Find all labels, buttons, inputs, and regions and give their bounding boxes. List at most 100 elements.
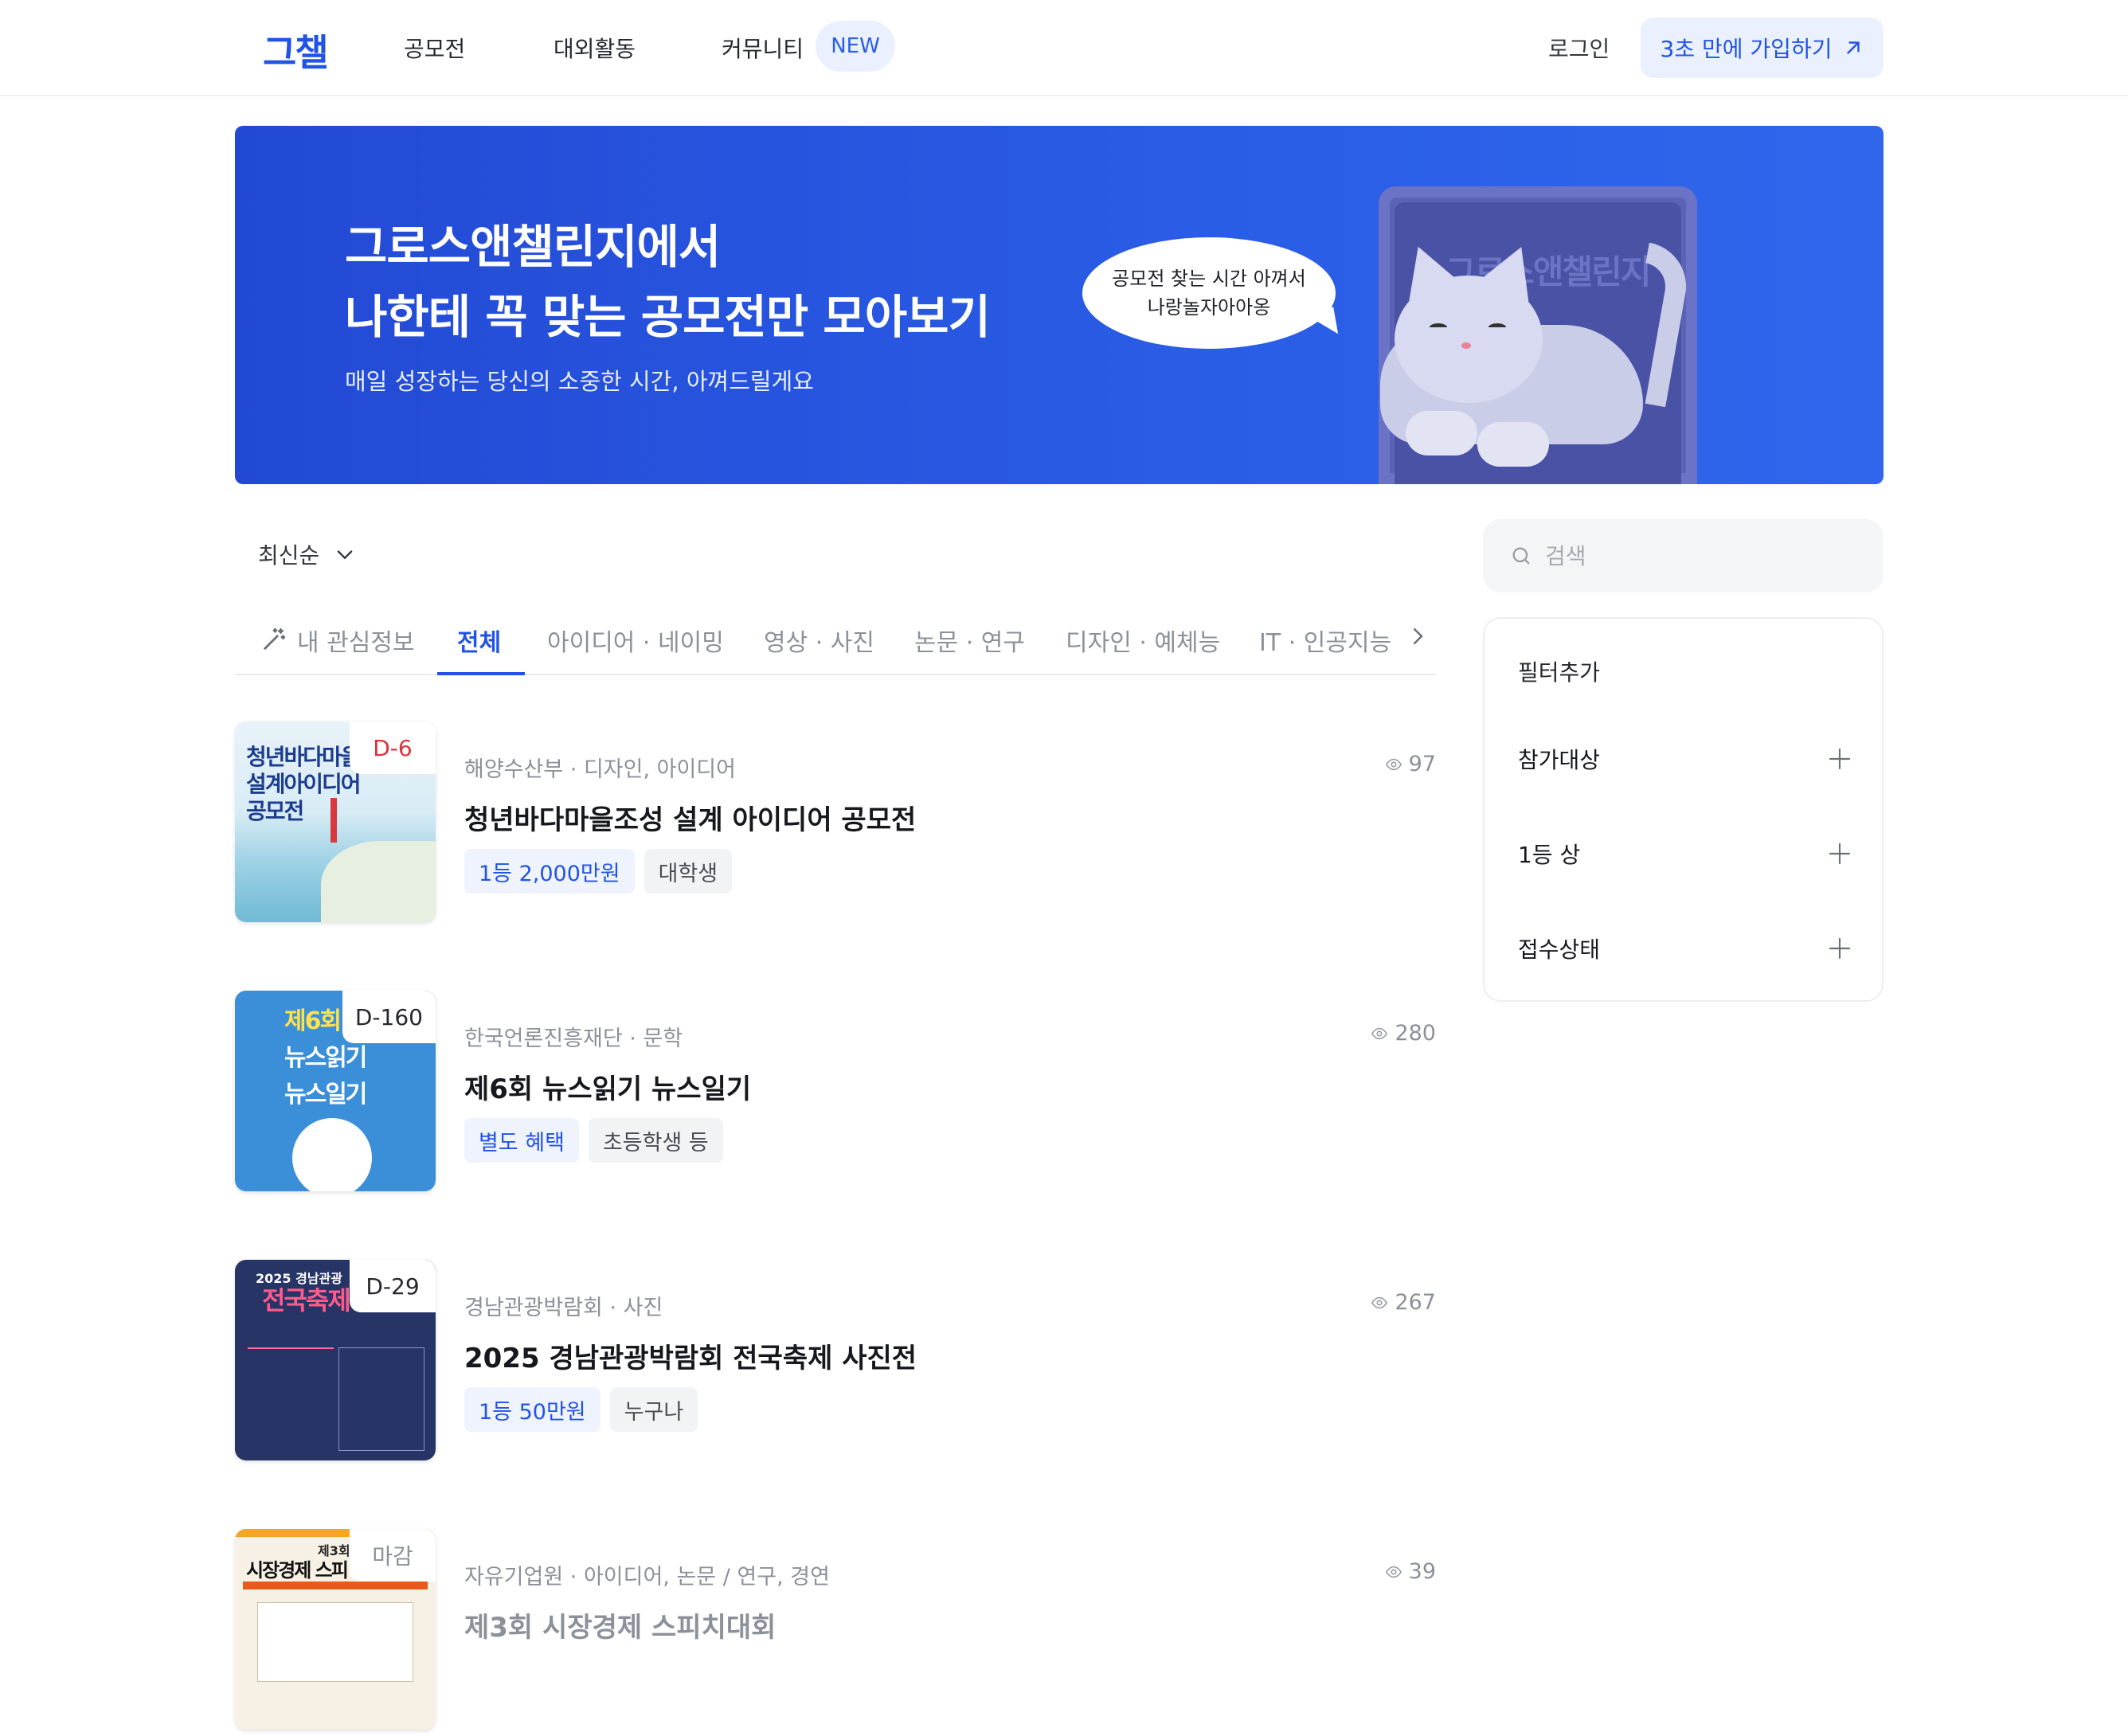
search-bar[interactable] (1483, 519, 1884, 592)
cat-eye-left (1430, 323, 1447, 331)
sort-label: 최신순 (258, 542, 320, 569)
nav-activities[interactable]: 대외활동 (554, 32, 636, 64)
contest-thumbnail[interactable]: 청년바다마을 설계아이디어 공모전 D-6 (235, 721, 436, 922)
contest-meta: 해양수산부 · 디자인, 아이디어 (464, 757, 736, 782)
tab-idea-naming[interactable]: 아이디어 · 네이밍 (547, 623, 724, 658)
list-item[interactable]: 2025 경남관광 전국축제 D-29 경남관광박람회 · 사진 267 202… (235, 1260, 1436, 1467)
tab-it-ai[interactable]: IT · 인공지능 (1259, 623, 1391, 658)
contest-meta: 한국언론진흥재단 · 문학 (464, 1026, 683, 1051)
magic-wand-icon (264, 628, 286, 650)
nav-contests[interactable]: 공모전 (404, 32, 465, 64)
list-item[interactable]: 제6회 뉴스읽기 뉴스일기 D-160 한국언론진흥재단 · 문학 280 제6… (235, 991, 1436, 1198)
prize-tag: 별도 혜택 (464, 1118, 579, 1163)
cat-head (1395, 276, 1543, 403)
speech-bubble: 공모전 찾는 시간 아껴서 나랑놀자아아옹 (1082, 237, 1336, 349)
filter-label: 1등 상 (1518, 842, 1581, 868)
active-tab-indicator (437, 672, 525, 675)
signup-label: 3초 만에 가입하기 (1660, 36, 1833, 62)
sort-dropdown[interactable]: 최신순 (258, 538, 356, 570)
tab-video-photo[interactable]: 영상 · 사진 (764, 623, 874, 658)
eye-icon (1385, 758, 1402, 770)
cat-paw-right (1477, 422, 1549, 467)
login-link[interactable]: 로그인 (1548, 32, 1610, 64)
thumb-info-box (257, 1602, 413, 1682)
target-tag: 누구나 (609, 1387, 698, 1432)
bubble-line2: 나랑놀자아아옹 (1147, 296, 1271, 319)
chevron-right-icon[interactable] (1406, 624, 1430, 648)
contest-tags: 1등 50만원 누구나 (464, 1387, 698, 1432)
new-badge: NEW (816, 21, 895, 72)
eye-icon (1371, 1296, 1388, 1308)
lighthouse-illustration (331, 798, 337, 843)
filter-status[interactable]: 접수상태 (1518, 933, 1852, 964)
target-tag: 초등학생 등 (588, 1118, 723, 1163)
promo-banner[interactable]: 그로스앤챌린지에서 나한테 꼭 맞는 공모전만 모아보기 매일 성장하는 당신의… (235, 126, 1884, 484)
view-count-value: 280 (1395, 1021, 1436, 1046)
cat-eye-right (1488, 323, 1506, 331)
prize-tag: 1등 2,000만원 (464, 849, 635, 893)
category-tabs: 내 관심정보 전체 아이디어 · 네이밍 영상 · 사진 논문 · 연구 디자인… (235, 607, 1436, 675)
filter-panel: 필터추가 참가대상 1등 상 접수상태 (1483, 617, 1884, 1002)
tab-design-arts[interactable]: 디자인 · 예체능 (1066, 623, 1220, 658)
contest-title[interactable]: 2025 경남관광박람회 전국축제 사진전 (464, 1336, 917, 1375)
thumb-title: 청년바다마을 설계아이디어 공모전 (246, 744, 362, 824)
search-icon (1512, 547, 1530, 565)
tab-all[interactable]: 전체 (457, 623, 501, 658)
plus-icon[interactable] (1827, 746, 1852, 772)
view-count: 280 (1371, 1021, 1436, 1046)
contest-meta: 경남관광박람회 · 사진 (464, 1296, 663, 1320)
logo[interactable]: 그챌 (263, 24, 329, 76)
plus-icon[interactable] (1827, 936, 1852, 961)
filter-label: 접수상태 (1518, 936, 1601, 963)
filter-title: 필터추가 (1518, 659, 1601, 686)
contest-tags: 1등 2,000만원 대학생 (464, 849, 733, 893)
contest-title[interactable]: 청년바다마을조성 설계 아이디어 공모전 (464, 798, 916, 837)
thumb-title: 전국축제 (262, 1285, 351, 1316)
contest-thumbnail[interactable]: 제6회 뉴스읽기 뉴스일기 D-160 (235, 991, 436, 1191)
contest-thumbnail[interactable]: 제3회 시장경제 스피 마감 (235, 1529, 436, 1730)
dday-badge: D-6 (350, 721, 436, 774)
arrow-up-right-icon (1847, 41, 1860, 54)
list-item[interactable]: 청년바다마을 설계아이디어 공모전 D-6 해양수산부 · 디자인, 아이디어 … (235, 721, 1436, 929)
chevron-down-icon (337, 550, 353, 560)
top-nav: 그챌 공모전 대외활동 커뮤니티 NEW 로그인 3초 만에 가입하기 (0, 0, 2128, 96)
view-count-value: 97 (1408, 752, 1436, 776)
eye-icon (1385, 1566, 1402, 1578)
dday-badge: D-29 (350, 1260, 436, 1312)
filter-first-prize[interactable]: 1등 상 (1518, 838, 1852, 870)
prize-tag: 1등 50만원 (464, 1387, 600, 1432)
contest-title[interactable]: 제6회 뉴스읽기 뉴스일기 (464, 1067, 751, 1106)
bubble-line1: 공모전 찾는 시간 아껴서 (1112, 268, 1306, 290)
search-input[interactable] (1545, 542, 1848, 569)
island-illustration (321, 841, 436, 922)
view-count: 267 (1371, 1290, 1436, 1315)
cat-paw-left (1406, 411, 1477, 456)
view-count-value: 267 (1395, 1290, 1436, 1315)
cat-nose (1461, 342, 1471, 349)
view-count: 39 (1385, 1559, 1436, 1584)
contest-thumbnail[interactable]: 2025 경남관광 전국축제 D-29 (235, 1260, 436, 1460)
list-item[interactable]: 제3회 시장경제 스피 마감 자유기업원 · 아이디어, 논문 / 연구, 경연… (235, 1529, 1436, 1736)
banner-title-line2: 나한테 꼭 맞는 공모전만 모아보기 (345, 290, 991, 344)
tab-paper-research[interactable]: 논문 · 연구 (914, 623, 1025, 658)
contest-tags: 별도 혜택 초등학생 등 (464, 1118, 723, 1163)
banner-subtitle: 매일 성장하는 당신의 소중한 시간, 아껴드릴게요 (345, 368, 814, 395)
info-table (338, 1347, 424, 1451)
contest-title[interactable]: 제3회 시장경제 스피치대회 (464, 1605, 776, 1644)
filter-participants[interactable]: 참가대상 (1518, 743, 1852, 775)
thumb-title-underline (243, 1582, 428, 1589)
plus-icon[interactable] (1827, 841, 1852, 866)
tab-my-interests[interactable]: 내 관심정보 (297, 623, 415, 658)
banner-title: 그로스앤챌린지에서 나한테 꼭 맞는 공모전만 모아보기 (345, 212, 991, 352)
signup-button[interactable]: 3초 만에 가입하기 (1641, 18, 1884, 78)
nav-community[interactable]: 커뮤니티 (722, 32, 804, 64)
eye-icon (1371, 1027, 1388, 1039)
thumb-title: 시장경제 스피 (246, 1559, 349, 1582)
target-tag: 대학생 (643, 849, 733, 893)
banner-title-line1: 그로스앤챌린지에서 (345, 220, 721, 274)
dday-badge: D-160 (342, 991, 436, 1043)
dday-badge: 마감 (350, 1529, 436, 1582)
view-count: 97 (1385, 752, 1436, 776)
contest-meta: 자유기업원 · 아이디어, 논문 / 연구, 경연 (464, 1565, 830, 1589)
view-count-value: 39 (1408, 1559, 1436, 1584)
